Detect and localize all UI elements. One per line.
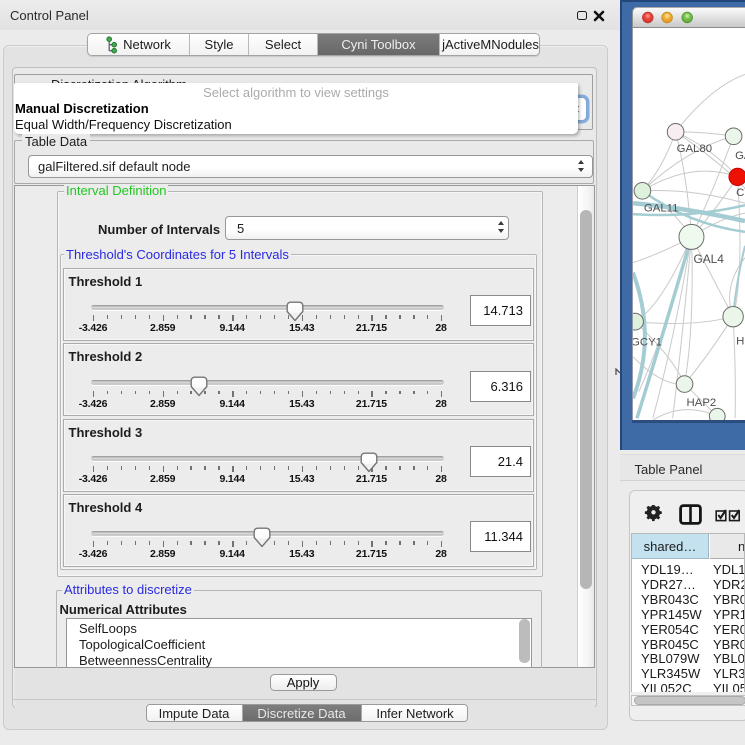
svg-text:CY: CY: [736, 187, 745, 199]
svg-text:H: H: [736, 335, 744, 347]
svg-text:GAL80: GAL80: [677, 143, 712, 155]
svg-text:GAL11: GAL11: [644, 202, 679, 214]
svg-text:HAP2: HAP2: [687, 396, 717, 408]
svg-text:GA: GA: [735, 150, 745, 162]
svg-text:GCY1: GCY1: [632, 336, 662, 348]
svg-text:GAL4: GAL4: [693, 252, 724, 266]
